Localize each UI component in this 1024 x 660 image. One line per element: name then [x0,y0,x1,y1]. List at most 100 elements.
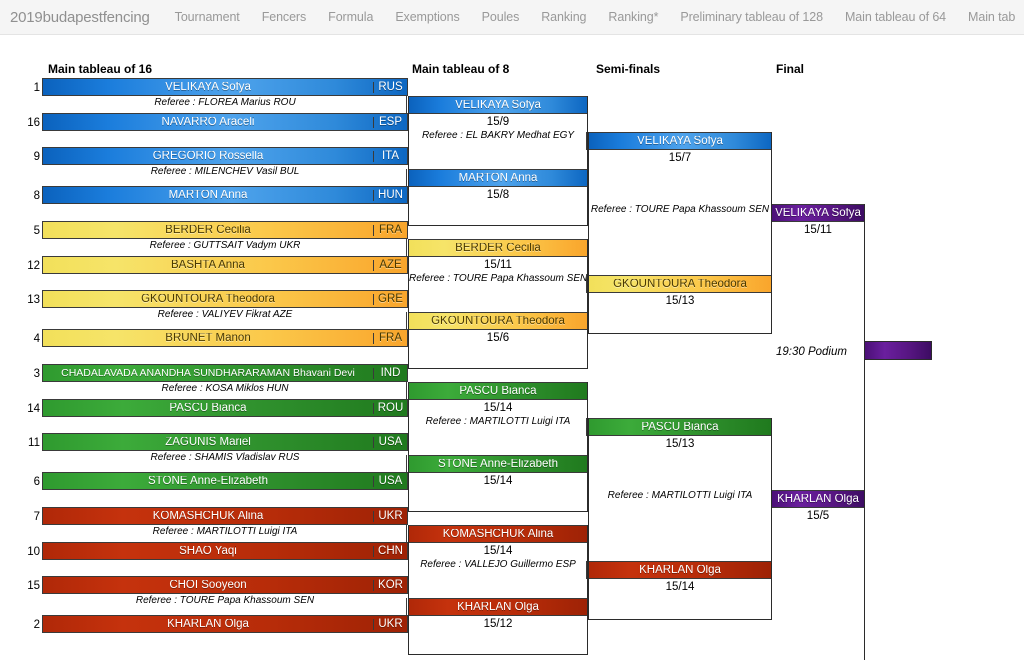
competitor-name: SHAO Yaqi [179,545,237,557]
sf-winner-bar[interactable]: PASCU Bianca [589,418,771,436]
t8-winner-bar[interactable]: MARTON Anna [409,169,587,187]
seed-number: 1 [33,82,40,94]
referee-label: Referee : EL BAKRY Medhat EGY [421,130,575,141]
referee-label: Referee : FLOREA Marius ROU [154,97,296,108]
nav-item-fencers[interactable]: Fencers [251,10,317,24]
seed-number: 13 [27,294,40,306]
competitor-name: NAVARRO Araceli [161,116,255,128]
competitor-name: STONE Anne-Elizabeth [438,458,558,470]
r16-competitor-bar[interactable]: GREGORIO Rossella ITA [42,147,408,165]
competitor-name: KHARLAN Olga [777,493,859,505]
seed-number: 15 [27,580,40,592]
bracket-connector [406,239,407,257]
seed-number: 11 [28,437,40,449]
r16-competitor-bar[interactable]: VELIKAYA Sofya RUS [42,78,408,96]
seed-number: 6 [33,476,40,488]
t8-winner-bar[interactable]: KOMASHCHUK Alina [409,525,587,543]
r16-competitor-bar[interactable]: BRUNET Manon FRA [42,329,408,347]
competitor-name: BASHTA Anna [171,259,245,271]
r16-competitor-bar[interactable]: MARTON Anna HUN [42,186,408,204]
nav-item-formula[interactable]: Formula [317,10,384,24]
site-brand[interactable]: 2019budapestfencing [0,9,164,26]
competitor-name: ZAGUNIS Mariel [165,436,251,448]
nav-item-exemptions[interactable]: Exemptions [384,10,470,24]
match-score: 15/11 [484,259,512,271]
competitor-name: STONE Anne-Elizabeth [148,475,268,487]
bracket-connector [406,455,407,473]
referee-label: Referee : KOSA Miklos HUN [161,383,289,394]
r16-competitor-bar[interactable]: KOMASHCHUK Alina UKR [42,507,408,525]
competitor-country: RUS [373,81,407,93]
nav-item-ranking[interactable]: Ranking [530,10,597,24]
r16-competitor-bar[interactable]: KHARLAN Olga UKR [42,615,408,633]
bracket-connector [586,561,587,579]
referee-label: Referee : VALIYEV Fikrat AZE [157,309,293,320]
r16-competitor-bar[interactable]: PASCU Bianca ROU [42,399,408,417]
competitor-name: GKOUNTOURA Theodora [141,293,275,305]
match-score: 15/7 [668,152,692,164]
match-score: 15/12 [483,618,513,630]
r16-competitor-bar[interactable]: GKOUNTOURA Theodora GRE [42,290,408,308]
competitor-country: USA [373,436,407,448]
t8-winner-bar[interactable]: VELIKAYA Sofya [409,96,587,114]
r16-competitor-bar[interactable]: CHOI Sooyeon KOR [42,576,408,594]
final-winner-bar[interactable]: VELIKAYA Sofya [772,204,864,222]
competitor-name: CHOI Sooyeon [169,579,247,591]
t8-winner-bar[interactable]: STONE Anne-Elizabeth [409,455,587,473]
nav-item-main-tableau-truncated[interactable]: Main tab [957,10,1024,24]
competitor-name: VELIKAYA Sofya [455,99,541,111]
bracket-connector [406,96,407,114]
competitor-name: BRUNET Manon [165,332,251,344]
r16-competitor-bar[interactable]: BASHTA Anna AZE [42,256,408,274]
nav-item-main-tableau-64[interactable]: Main tableau of 64 [834,10,957,24]
sf-winner-bar[interactable]: KHARLAN Olga [589,561,771,579]
champion-bar[interactable] [864,341,932,360]
referee-label: Referee : GUTTSAIT Vadym UKR [149,240,301,251]
r16-competitor-bar[interactable]: CHADALAVADA ANANDHA SUNDHARARAMAN Bhavan… [42,364,408,382]
tournament-bracket: Main tableau of 16 Main tableau of 8 Sem… [0,36,1024,660]
t8-winner-bar[interactable]: KHARLAN Olga [409,598,587,616]
final-spine [864,204,865,660]
referee-label: Referee : TOURE Papa Khassoum SEN [409,273,588,284]
competitor-country: AZE [373,259,407,271]
match-score: 15/13 [665,295,695,307]
nav-item-preliminary-tableau-128[interactable]: Preliminary tableau of 128 [669,10,834,24]
referee-label: Referee : MARTILOTTI Luigi ITA [425,416,571,427]
referee-label: Referee : MARTILOTTI Luigi ITA [152,526,298,537]
nav-item-ranking-star[interactable]: Ranking* [597,10,669,24]
seed-number: 16 [27,117,40,129]
final-runnerup-bar[interactable]: KHARLAN Olga [772,490,864,508]
sf-winner-bar[interactable]: VELIKAYA Sofya [589,132,771,150]
match-score: 15/9 [486,116,510,128]
seed-number: 9 [33,151,40,163]
match-score: 15/6 [486,332,510,344]
r16-competitor-bar[interactable]: BERDER Cecilia FRA [42,221,408,239]
nav-item-tournament[interactable]: Tournament [164,10,251,24]
sf-winner-bar[interactable]: GKOUNTOURA Theodora [589,275,771,293]
competitor-name: KHARLAN Olga [167,618,249,630]
r16-competitor-bar[interactable]: ZAGUNIS Mariel USA [42,433,408,451]
bracket-connector [406,312,407,330]
match-score: 15/14 [483,402,513,414]
competitor-name: VELIKAYA Sofya [637,135,723,147]
t8-winner-bar[interactable]: PASCU Bianca [409,382,587,400]
competitor-name: BERDER Cecilia [455,242,541,254]
seed-number: 14 [27,403,40,415]
match-score: 15/11 [804,224,832,236]
referee-label: Referee : TOURE Papa Khassoum SEN [590,204,770,215]
competitor-country: ESP [373,116,407,128]
r16-competitor-bar[interactable]: SHAO Yaqi CHN [42,542,408,560]
competitor-country: IND [373,367,407,379]
column-header-final: Final [776,62,805,76]
r16-competitor-bar[interactable]: STONE Anne-Elizabeth USA [42,472,408,490]
seed-number: 10 [27,546,40,558]
match-score: 15/14 [665,581,695,593]
t8-winner-bar[interactable]: BERDER Cecilia [409,239,587,257]
t8-winner-bar[interactable]: GKOUNTOURA Theodora [409,312,587,330]
competitor-name: KHARLAN Olga [639,564,721,576]
column-header-tableau-16: Main tableau of 16 [48,62,153,76]
competitor-country: UKR [373,618,407,630]
r16-competitor-bar[interactable]: NAVARRO Araceli ESP [42,113,408,131]
referee-label: Referee : MARTILOTTI Luigi ITA [607,490,753,501]
nav-item-poules[interactable]: Poules [471,10,531,24]
